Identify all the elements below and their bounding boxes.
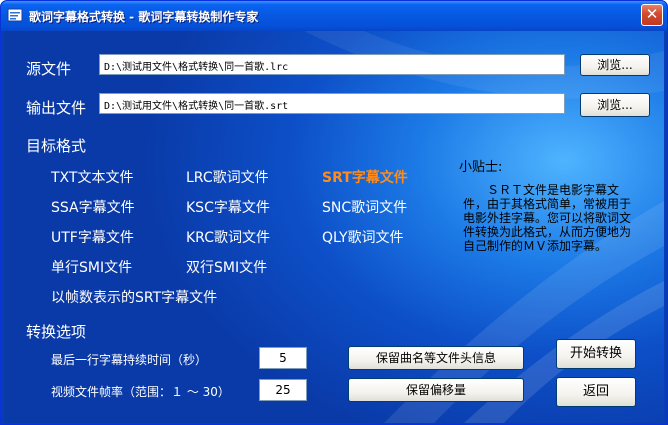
window-title: 歌词字幕格式转换 - 歌词字幕转换制作专家 <box>29 10 259 24</box>
format-option-lrc[interactable]: LRC歌词文件 <box>186 167 269 187</box>
fps-input[interactable]: 25 <box>259 379 307 401</box>
format-option-qly[interactable]: QLY歌词文件 <box>322 227 404 247</box>
app-window: 歌词字幕格式转换 - 歌词字幕转换制作专家 ✕ 源文件 D:\测试用文件\格式转… <box>0 0 668 425</box>
format-option-srt[interactable]: SRT字幕文件 <box>322 167 408 187</box>
back-label: 返回 <box>582 384 609 399</box>
keep-header-button[interactable]: 保留曲名等文件头信息 <box>348 346 524 370</box>
format-option-single-smi[interactable]: 单行SMI文件 <box>51 257 132 277</box>
start-convert-button[interactable]: 开始转换 <box>556 339 636 369</box>
target-format-heading: 目标格式 <box>26 137 87 155</box>
start-convert-label: 开始转换 <box>569 346 622 361</box>
keep-offset-button[interactable]: 保留偏移量 <box>348 378 524 402</box>
client-area: 源文件 D:\测试用文件\格式转换\同一首歌.lrc 浏览... 输出文件 D:… <box>4 31 664 423</box>
output-file-label: 输出文件 <box>26 99 87 117</box>
last-line-duration-label: 最后一行字幕持续时间（秒） <box>51 353 208 367</box>
format-option-utf[interactable]: UTF字幕文件 <box>51 227 134 247</box>
format-option-ksc[interactable]: KSC字幕文件 <box>186 197 270 217</box>
tip-title: 小贴士: <box>459 160 503 175</box>
source-browse-label: 浏览... <box>597 58 633 72</box>
source-browse-button[interactable]: 浏览... <box>580 54 650 76</box>
format-option-ssa[interactable]: SSA字幕文件 <box>51 197 135 217</box>
tip-body: ＳＲＴ文件是电影字幕文件，由于其格式简单，常被用于电影外挂字幕。您可以将歌词文件… <box>463 183 632 253</box>
output-browse-button[interactable]: 浏览... <box>580 93 650 117</box>
title-bar: 歌词字幕格式转换 - 歌词字幕转换制作专家 ✕ <box>1 1 667 31</box>
close-icon: ✕ <box>645 5 659 23</box>
output-file-input[interactable]: D:\测试用文件\格式转换\同一首歌.srt <box>99 93 565 114</box>
close-button[interactable]: ✕ <box>641 4 663 26</box>
format-option-frame-srt[interactable]: 以帧数表示的SRT字幕文件 <box>51 287 217 307</box>
fps-label: 视频文件帧率（范围：１ ～ 30） <box>51 385 230 399</box>
keep-offset-label: 保留偏移量 <box>405 383 466 397</box>
format-option-double-smi[interactable]: 双行SMI文件 <box>186 257 267 277</box>
back-button[interactable]: 返回 <box>556 377 636 407</box>
format-option-txt[interactable]: TXT文本文件 <box>51 167 133 187</box>
format-option-krc[interactable]: KRC歌词文件 <box>186 227 270 247</box>
app-icon <box>7 8 23 22</box>
format-option-snc[interactable]: SNC歌词文件 <box>322 197 407 217</box>
source-file-input[interactable]: D:\测试用文件\格式转换\同一首歌.lrc <box>99 54 565 75</box>
options-heading: 转换选项 <box>26 323 87 341</box>
keep-header-label: 保留曲名等文件头信息 <box>375 351 496 365</box>
last-line-duration-input[interactable]: 5 <box>259 347 307 369</box>
source-file-label: 源文件 <box>26 60 72 78</box>
output-browse-label: 浏览... <box>597 98 633 112</box>
